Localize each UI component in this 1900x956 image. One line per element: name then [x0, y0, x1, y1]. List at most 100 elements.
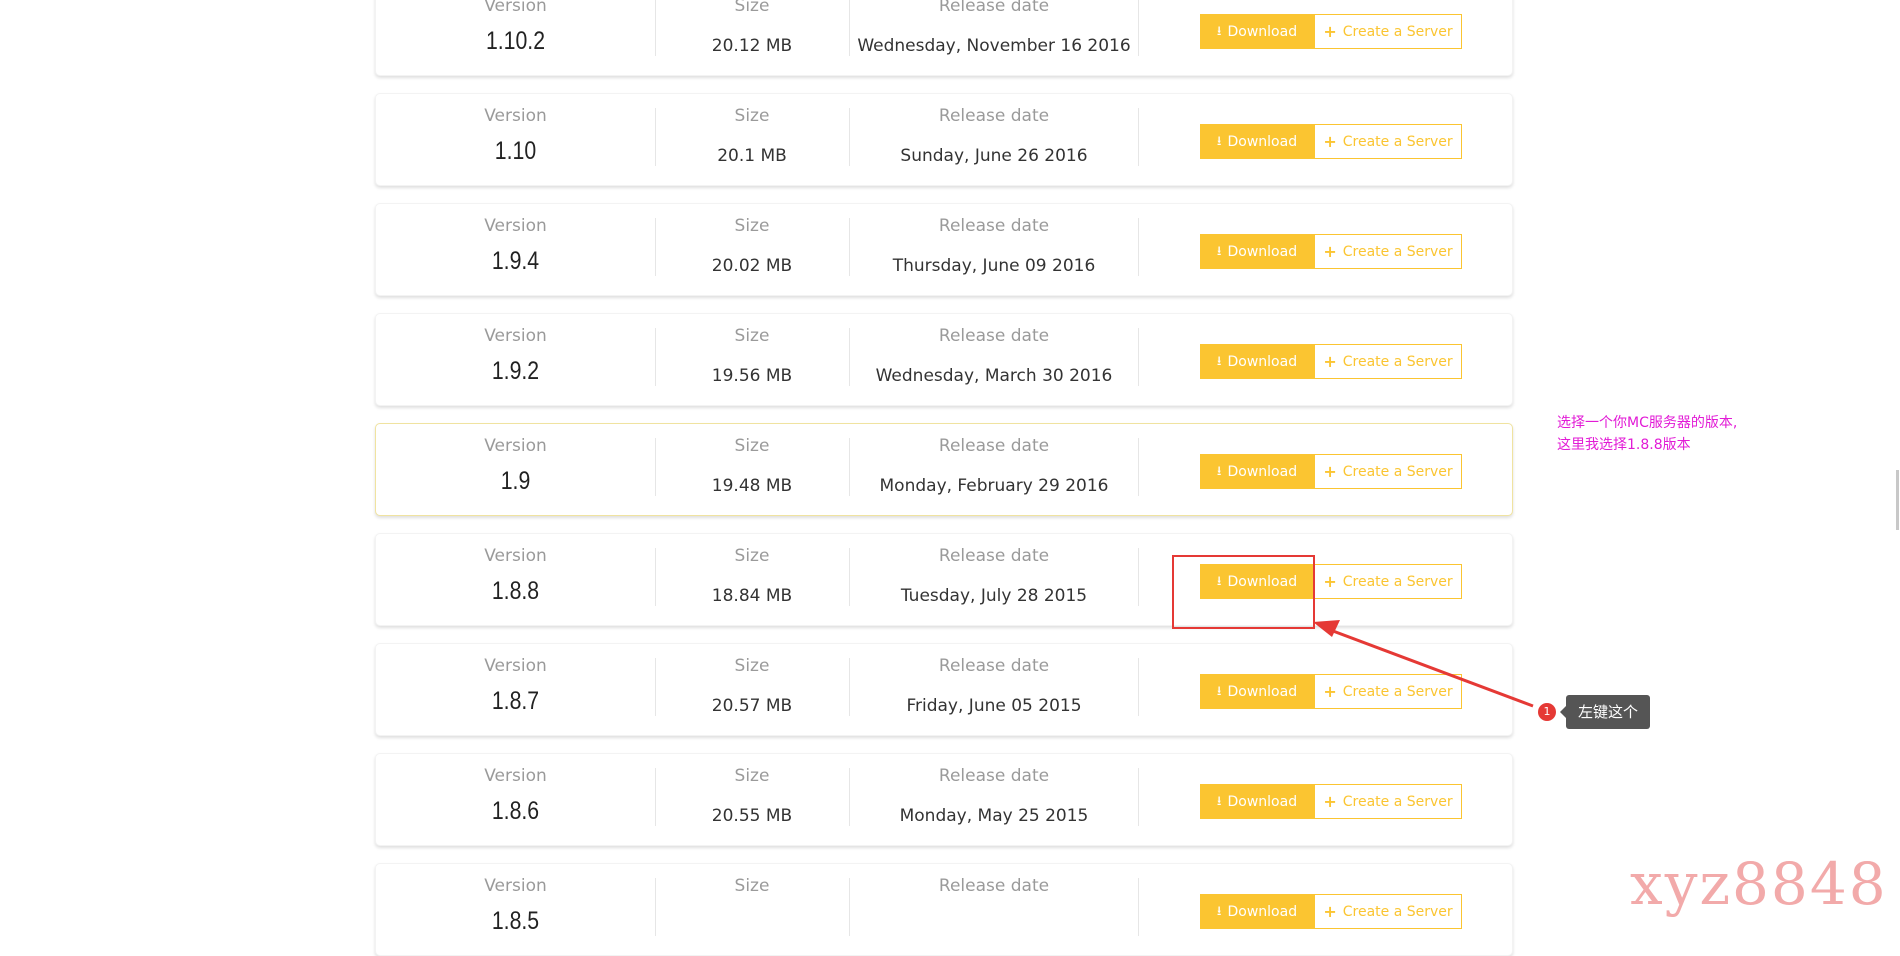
instruction-note-line-2: 这里我选择1.8.8版本 — [1557, 437, 1691, 453]
release-date-label: Release date — [938, 436, 1050, 456]
create-server-button[interactable]: + Create a Server — [1314, 454, 1462, 489]
download-icon: ⭳ — [1216, 904, 1222, 919]
size-cell: Size 20.1 MB — [655, 94, 849, 185]
version-label: Version — [484, 546, 547, 566]
file-size: 19.48 MB — [711, 476, 793, 496]
create-server-button[interactable]: + Create a Server — [1314, 344, 1462, 379]
release-date: Wednesday, March 30 2016 — [875, 366, 1113, 386]
action-buttons: ⭳ Download + Create a Server — [1200, 344, 1462, 379]
release-date: Thursday, June 09 2016 — [892, 256, 1096, 276]
plus-icon: + — [1323, 131, 1337, 151]
size-cell: Size 18.84 MB — [655, 534, 849, 625]
version-number: 1.9.4 — [491, 247, 540, 275]
create-server-button[interactable]: + Create a Server — [1314, 124, 1462, 159]
release-date-label: Release date — [938, 876, 1050, 896]
size-cell: Size 19.48 MB — [655, 424, 849, 515]
version-label: Version — [484, 326, 547, 346]
release-date: Monday, February 29 2016 — [879, 476, 1109, 496]
download-button[interactable]: ⭳ Download — [1200, 674, 1314, 709]
highlight-box — [1172, 555, 1315, 629]
release-row: Version 1.8.8 Size 18.84 MB Release date Tues… — [375, 533, 1513, 626]
create-server-button[interactable]: + Create a Server — [1314, 14, 1462, 49]
size-cell: Size 20.55 MB — [655, 754, 849, 845]
download-button[interactable]: ⭳ Download — [1200, 344, 1314, 379]
create-server-button[interactable]: + Create a Server — [1314, 894, 1462, 929]
version-label: Version — [484, 656, 547, 676]
version-cell: Version 1.8.7 — [376, 644, 655, 735]
size-cell: Size 20.02 MB — [655, 204, 849, 295]
download-icon: ⭳ — [1216, 794, 1222, 809]
size-label: Size — [734, 326, 770, 346]
create-server-button[interactable]: + Create a Server — [1314, 674, 1462, 709]
create-server-button[interactable]: + Create a Server — [1314, 784, 1462, 819]
plus-icon: + — [1323, 571, 1337, 591]
version-label: Version — [484, 0, 547, 16]
divider — [1138, 438, 1139, 496]
download-button[interactable]: ⭳ Download — [1200, 454, 1314, 489]
create-server-label: Create a Server — [1342, 793, 1453, 810]
file-size: 20.12 MB — [711, 36, 793, 56]
version-label: Version — [484, 766, 547, 786]
download-label: Download — [1227, 463, 1298, 480]
version-label: Version — [484, 436, 547, 456]
create-server-label: Create a Server — [1342, 353, 1453, 370]
action-buttons: ⭳ Download + Create a Server — [1200, 124, 1462, 159]
version-cell: Version 1.9.2 — [376, 314, 655, 405]
plus-icon: + — [1323, 901, 1337, 921]
step-badge: 1 — [1538, 703, 1556, 721]
release-date-cell: Release date Wednesday, November 16 2016 — [849, 0, 1139, 75]
version-number: 1.8.8 — [491, 577, 540, 605]
scrollbar[interactable] — [1896, 470, 1899, 530]
download-label: Download — [1227, 353, 1298, 370]
action-buttons: ⭳ Download + Create a Server — [1200, 234, 1462, 269]
file-size: 20.02 MB — [711, 256, 793, 276]
download-button[interactable]: ⭳ Download — [1200, 14, 1314, 49]
divider — [1138, 768, 1139, 826]
release-date: Sunday, June 26 2016 — [900, 146, 1088, 166]
version-cell: Version 1.8.5 — [376, 864, 655, 955]
download-icon: ⭳ — [1216, 684, 1222, 699]
step-callout: 左键这个 — [1560, 695, 1650, 729]
version-number: 1.9 — [500, 467, 531, 495]
size-cell: Size 20.57 MB — [655, 644, 849, 735]
release-row: Version 1.9.2 Size 19.56 MB Release date Wedn… — [375, 313, 1513, 406]
divider — [1138, 328, 1139, 386]
divider — [1138, 878, 1139, 936]
release-row: Version 1.10.2 Size 20.12 MB Release date Wed… — [375, 0, 1513, 76]
version-number: 1.10.2 — [485, 27, 546, 55]
action-buttons: ⭳ Download + Create a Server — [1200, 784, 1462, 819]
version-cell: Version 1.10.2 — [376, 0, 655, 75]
download-label: Download — [1227, 23, 1298, 40]
divider — [1138, 218, 1139, 276]
release-row: Version 1.9.4 Size 20.02 MB Release date Thur… — [375, 203, 1513, 296]
download-button[interactable]: ⭳ Download — [1200, 784, 1314, 819]
download-icon: ⭳ — [1216, 244, 1222, 259]
create-server-label: Create a Server — [1342, 463, 1453, 480]
create-server-button[interactable]: + Create a Server — [1314, 234, 1462, 269]
release-date-cell: Release date Wednesday, March 30 2016 — [849, 314, 1139, 405]
create-server-button[interactable]: + Create a Server — [1314, 564, 1462, 599]
download-label: Download — [1227, 133, 1298, 150]
plus-icon: + — [1323, 791, 1337, 811]
download-button[interactable]: ⭳ Download — [1200, 234, 1314, 269]
download-button[interactable]: ⭳ Download — [1200, 894, 1314, 929]
release-date-label: Release date — [938, 0, 1050, 16]
instruction-note: 选择一个你MC服务器的版本, 这里我选择1.8.8版本 — [1557, 412, 1817, 456]
divider — [1138, 108, 1139, 166]
release-date-cell: Release date Thursday, June 09 2016 — [849, 204, 1139, 295]
plus-icon: + — [1323, 241, 1337, 261]
download-label: Download — [1227, 903, 1298, 920]
download-button[interactable]: ⭳ Download — [1200, 124, 1314, 159]
size-label: Size — [734, 546, 770, 566]
create-server-label: Create a Server — [1342, 243, 1453, 260]
plus-icon: + — [1323, 21, 1337, 41]
release-row: Version 1.8.6 Size 20.55 MB Release date Mond… — [375, 753, 1513, 846]
release-date-label: Release date — [938, 216, 1050, 236]
version-number: 1.8.7 — [491, 687, 540, 715]
create-server-label: Create a Server — [1342, 23, 1453, 40]
release-date-cell: Release date Tuesday, July 28 2015 — [849, 534, 1139, 625]
release-date: Wednesday, November 16 2016 — [857, 36, 1131, 56]
create-server-label: Create a Server — [1342, 903, 1453, 920]
size-label: Size — [734, 0, 770, 16]
version-cell: Version 1.8.6 — [376, 754, 655, 845]
